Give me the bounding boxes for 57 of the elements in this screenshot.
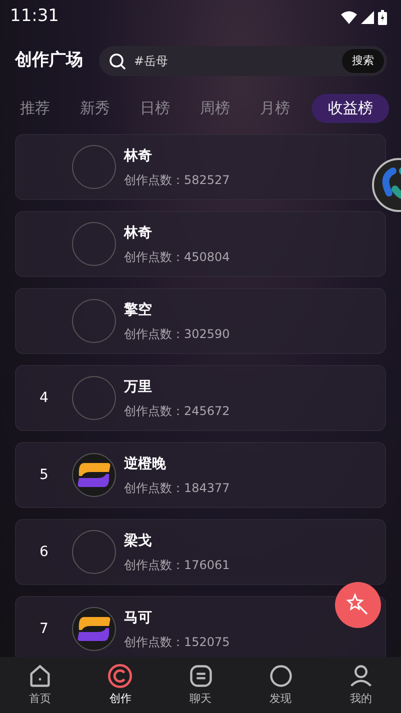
user-name: 擎空 (124, 300, 153, 320)
magic-wand-icon (346, 593, 370, 617)
user-name: 万里 (124, 378, 153, 396)
discover-icon (268, 663, 294, 689)
creation-points: 创作点数：176061 (124, 556, 230, 574)
ranking-card[interactable]: 4 万里 创作点数：245672 (15, 365, 386, 431)
rank-number: 5 (40, 466, 48, 482)
avatar (72, 299, 116, 343)
user-name: 林奇 (124, 224, 153, 242)
floating-assistant-icon[interactable] (371, 157, 401, 213)
ranking-card[interactable]: 林奇 创作点数：450804 (15, 211, 386, 277)
nav-tab[interactable]: 创作 (80, 657, 160, 713)
ranking-card[interactable]: 7 马可 创作点数：152075 (15, 596, 386, 657)
search-icon (109, 52, 126, 70)
search-field[interactable]: #岳母 搜索 (99, 46, 387, 76)
rank-number: 4 (40, 390, 48, 406)
search-button[interactable]: 搜索 (342, 48, 384, 74)
nav-tab[interactable]: 我的 (320, 657, 401, 713)
rank-number: 7 (40, 620, 48, 636)
status-time: 11:31 (10, 5, 59, 28)
ranking-card[interactable]: 擎空 创作点数：302590 (15, 288, 386, 354)
ranking-card[interactable]: 林奇 创作点数：582527 (15, 134, 386, 200)
creation-points: 创作点数：245672 (124, 402, 230, 420)
ranking-card[interactable]: 5 逆橙晚 创作点数：184377 (15, 442, 386, 508)
nav-tab[interactable]: 首页 (0, 657, 80, 713)
creation-points: 创作点数：302590 (124, 326, 230, 342)
nav-tab[interactable]: 发现 (240, 657, 321, 713)
user-name: 梁戈 (124, 532, 153, 550)
tab[interactable]: 月榜 (252, 94, 298, 122)
user-name: 马可 (124, 608, 153, 628)
creation-points: 创作点数：450804 (124, 248, 230, 266)
tab[interactable]: 日榜 (132, 94, 178, 122)
avatar (72, 222, 116, 266)
battery-icon (378, 10, 387, 24)
user-name: 逆橙晚 (124, 454, 167, 474)
creation-points: 创作点数：152075 (124, 634, 230, 650)
signal-icon (361, 10, 374, 24)
chat-icon (188, 663, 214, 689)
tab[interactable]: 推荐 (12, 94, 58, 122)
user-name: 林奇 (124, 146, 153, 166)
tab[interactable]: 收益榜 (312, 94, 389, 122)
page-title: 创作广场 (15, 49, 83, 72)
tab[interactable]: 周榜 (192, 94, 238, 122)
profile-icon (348, 663, 374, 689)
rank-number: 6 (40, 544, 48, 560)
create-icon (107, 663, 134, 689)
wifi-icon (341, 10, 357, 24)
avatar (72, 530, 116, 574)
ranking-card[interactable]: 6 梁戈 创作点数：176061 (15, 519, 386, 585)
nav-tab[interactable]: 聊天 (160, 657, 241, 713)
avatar (72, 453, 116, 497)
avatar (72, 607, 116, 651)
tab[interactable]: 新秀 (72, 94, 118, 122)
avatar (72, 145, 116, 189)
creation-points: 创作点数：582527 (124, 172, 230, 188)
creation-points: 创作点数：184377 (124, 480, 230, 496)
avatar (72, 376, 116, 420)
